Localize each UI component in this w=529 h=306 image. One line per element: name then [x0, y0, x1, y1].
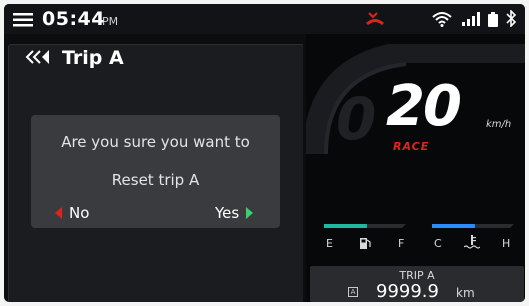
ride-mode: RACE: [393, 140, 430, 153]
gauge-row: E F C H: [306, 220, 525, 260]
fuel-pump-icon: [360, 238, 371, 249]
bluetooth-icon: [506, 10, 517, 27]
fuel-empty-label: E: [326, 237, 333, 250]
yes-label: Yes: [215, 204, 240, 222]
yes-button[interactable]: Yes: [215, 203, 254, 223]
svg-text:0: 0: [336, 85, 376, 153]
back-chevrons-icon[interactable]: [25, 50, 55, 64]
no-label: No: [69, 204, 90, 222]
battery-icon: [488, 12, 498, 27]
trip-meter-value: 9999.9: [376, 281, 439, 302]
instrument-panel: 0 20 km/h RACE E F C H TRIP A A 9999.9 k…: [306, 34, 525, 302]
fuel-gauge-bar: [324, 224, 514, 228]
clock-ampm: PM: [102, 15, 119, 28]
trip-a-badge: A: [348, 287, 358, 297]
coolant-temp-icon: [464, 235, 480, 249]
no-button[interactable]: No: [55, 203, 89, 223]
menu-icon[interactable]: [13, 13, 33, 27]
speed-unit: km/h: [486, 119, 512, 130]
status-bar: 05:44 PM: [4, 4, 525, 34]
trip-meter-box: TRIP A A 9999.9 km: [310, 266, 524, 302]
temp-cold-label: C: [434, 237, 442, 250]
page-title: Trip A: [62, 47, 124, 69]
confirm-dialog: Are you sure you want to Reset trip A No…: [31, 115, 280, 228]
trip-meter-unit: km: [456, 286, 475, 300]
wifi-icon: [432, 12, 452, 27]
dialog-question: Are you sure you want to: [61, 133, 250, 151]
dashboard-screen: 05:44 PM Trip A Are you sure you want to…: [4, 4, 525, 302]
clock-time: 05:44: [42, 8, 105, 30]
temp-hot-label: H: [502, 237, 511, 250]
dialog-action: Reset trip A: [111, 171, 200, 189]
left-arrow-icon: [55, 207, 62, 219]
missed-call-icon: [366, 12, 384, 26]
signal-icon: [462, 12, 480, 26]
right-arrow-icon: [246, 207, 254, 219]
speed-value: 20: [386, 74, 462, 139]
fuel-full-label: F: [398, 237, 405, 250]
